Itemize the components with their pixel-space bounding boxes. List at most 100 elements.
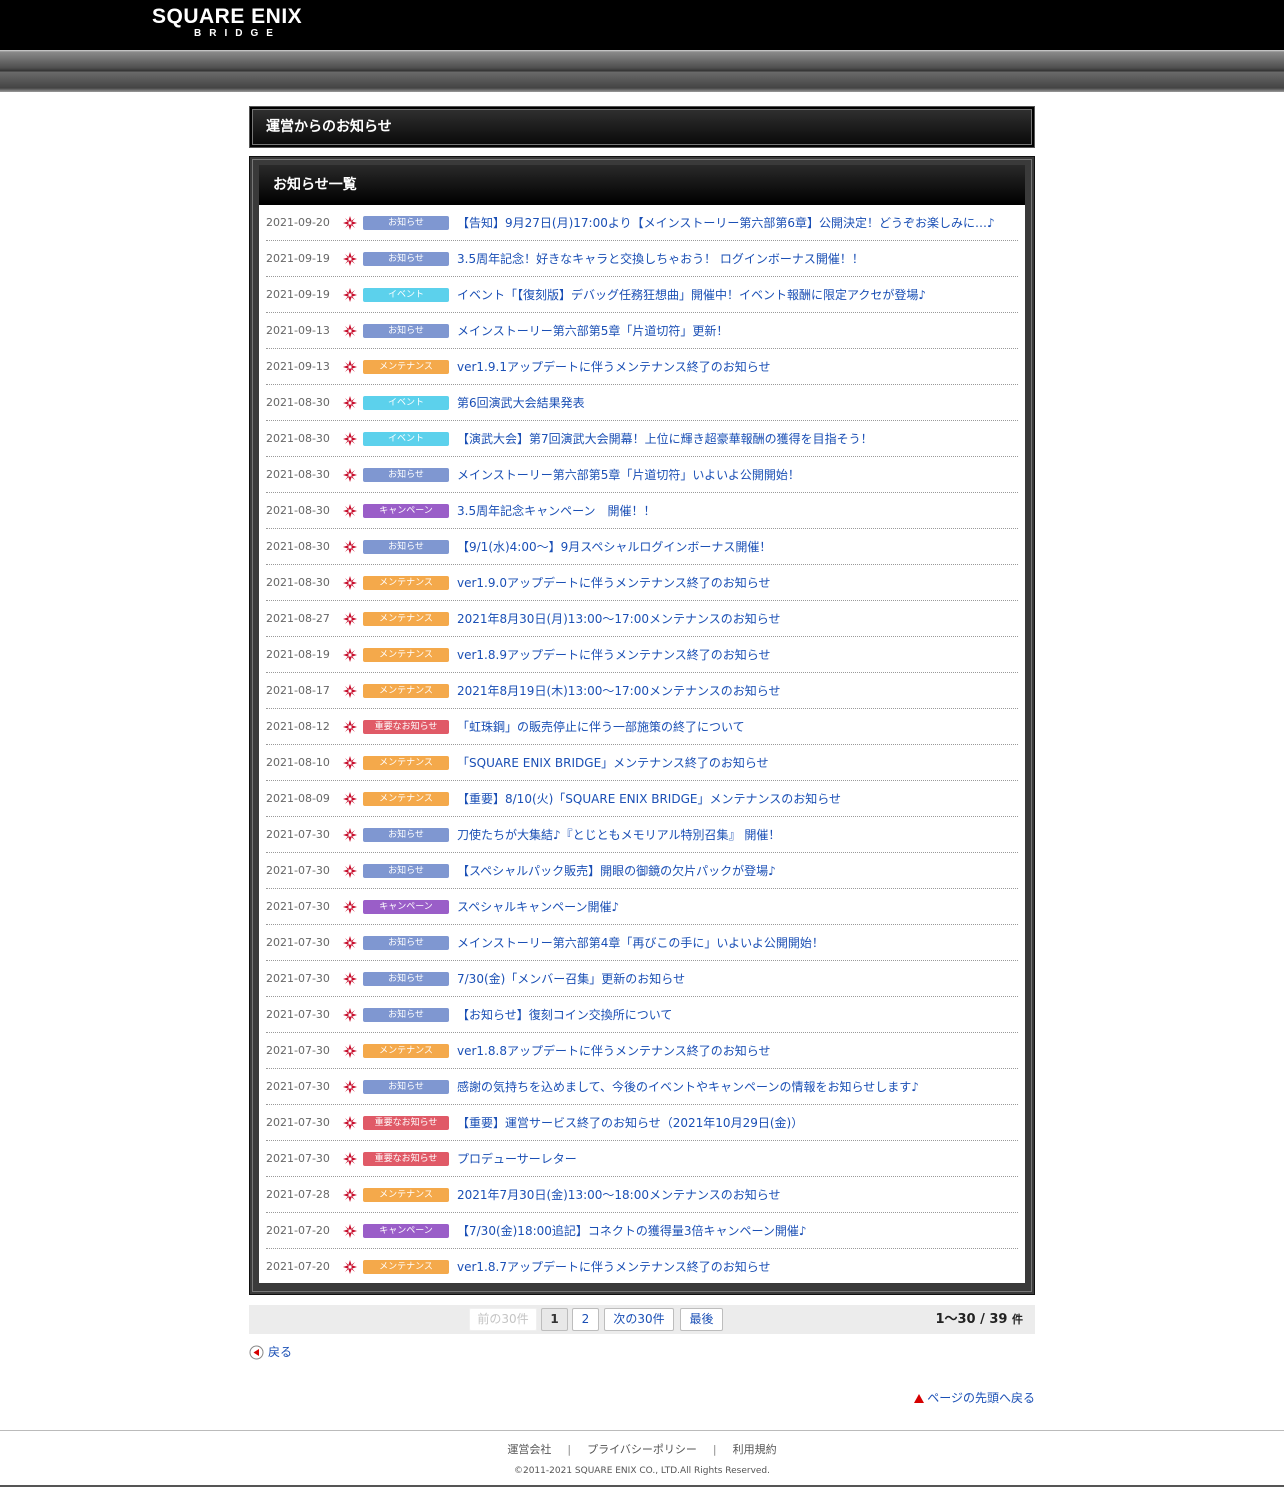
news-row: 2021-07-30 お知らせ 【お知らせ】復刻コイン交換所について [266,997,1018,1033]
category-badge: メンテナンス [363,1188,449,1202]
news-row: 2021-09-19 お知らせ 3.5周年記念！好きなキャラと交換しちゃおう！ ログ… [266,241,1018,277]
bridge-flower-icon [342,1007,358,1023]
category-badge: お知らせ [363,936,449,950]
news-title-link[interactable]: 【9/1(水)4:00～】9月スペシャルログインボーナス開催！ [457,529,771,565]
news-title-link[interactable]: ver1.8.7アップデートに伴うメンテナンス終了のお知らせ [457,1249,770,1285]
news-row: 2021-07-30 重要なお知らせ プロデューサーレター [266,1141,1018,1177]
logo-line1: SQUARE ENIX [152,5,303,28]
bridge-flower-icon [342,1115,358,1131]
news-date: 2021-09-19 [266,252,330,265]
bridge-flower-icon [342,575,358,591]
news-date: 2021-09-20 [266,216,330,229]
news-row: 2021-07-20 キャンペーン 【7/30(金)18:00追記】コネクトの獲得量… [266,1213,1018,1249]
category-badge: お知らせ [363,1008,449,1022]
news-row: 2021-09-20 お知らせ 【告知】9月27日(月)17:00より【メインストー… [266,205,1018,241]
bridge-flower-icon [342,395,358,411]
bridge-flower-icon [342,719,358,735]
news-date: 2021-09-13 [266,324,330,337]
news-date: 2021-08-30 [266,576,330,589]
news-date: 2021-08-30 [266,504,330,517]
square-enix-bridge-logo[interactable]: SQUARE ENIX BRIDGE [152,6,322,46]
news-row: 2021-08-30 イベント 【演武大会】第7回演武大会開幕！上位に輝き超豪華報酬… [266,421,1018,457]
category-badge: 重要なお知らせ [363,1116,449,1130]
news-title-link[interactable]: 2021年8月30日(月)13:00～17:00メンテナンスのお知らせ [457,601,781,637]
up-triangle-icon [914,1394,925,1403]
bridge-flower-icon [342,1079,358,1095]
page-title-box: 運営からのお知らせ [249,106,1035,148]
bridge-flower-icon [342,1043,358,1059]
news-row: 2021-07-30 お知らせ メインストーリー第六部第4章「再びこの手に」いよいよ… [266,925,1018,961]
news-list-frame: お知らせ一覧 2021-09-20 お知らせ 【告知】9月27日(月)17:00より… [249,156,1035,1295]
bridge-flower-icon [342,539,358,555]
footer-link-company[interactable]: 運営会社 [507,1443,551,1456]
news-title-link[interactable]: ver1.9.0アップデートに伴うメンテナンス終了のお知らせ [457,565,770,601]
bridge-flower-icon [342,1151,358,1167]
page-2-button[interactable]: 2 [572,1308,599,1331]
news-title-link[interactable]: 第6回演武大会結果発表 [457,385,585,421]
bridge-flower-icon [342,323,358,339]
news-title-link[interactable]: 3.5周年記念キャンペーン 開催！！ [457,493,656,529]
news-title-link[interactable]: ver1.8.9アップデートに伴うメンテナンス終了のお知らせ [457,637,770,673]
news-date: 2021-07-20 [266,1260,330,1273]
news-title-link[interactable]: 【重要】運営サービス終了のお知らせ（2021年10月29日(金)） [457,1105,803,1141]
news-date: 2021-08-19 [266,648,330,661]
news-title-link[interactable]: メインストーリー第六部第5章「片道切符」更新！ [457,313,728,349]
news-row: 2021-08-30 お知らせ メインストーリー第六部第5章「片道切符」いよいよ公開… [266,457,1018,493]
page-1-button: 1 [541,1308,568,1331]
news-title-link[interactable]: 2021年7月30日(金)13:00～18:00メンテナンスのお知らせ [457,1177,781,1213]
news-title-link[interactable]: 【演武大会】第7回演武大会開幕！上位に輝き超豪華報酬の獲得を目指そう！ [457,421,873,457]
news-title-link[interactable]: 【告知】9月27日(月)17:00より【メインストーリー第六部第6章】公開決定！… [457,205,995,241]
news-row: 2021-08-27 メンテナンス 2021年8月30日(月)13:00～17:00… [266,601,1018,637]
category-badge: メンテナンス [363,648,449,662]
news-title-link[interactable]: メインストーリー第六部第4章「再びこの手に」いよいよ公開開始！ [457,925,824,961]
category-badge: イベント [363,432,449,446]
news-title-link[interactable]: ver1.9.1アップデートに伴うメンテナンス終了のお知らせ [457,349,770,385]
news-title-link[interactable]: 3.5周年記念！好きなキャラと交換しちゃおう！ ログインボーナス開催！！ [457,241,864,277]
news-title-link[interactable]: プロデューサーレター [457,1141,577,1177]
bridge-flower-icon [342,611,358,627]
category-badge: メンテナンス [363,684,449,698]
news-title-link[interactable]: イベント「【復刻版】デバッグ任務狂想曲」開催中！イベント報酬に限定アクセが登場♪ [457,277,926,313]
news-row: 2021-08-17 メンテナンス 2021年8月19日(木)13:00～17:00… [266,673,1018,709]
news-list: 2021-09-20 お知らせ 【告知】9月27日(月)17:00より【メインストー… [259,205,1025,1283]
bridge-flower-icon [342,1187,358,1203]
bridge-flower-icon [342,971,358,987]
news-date: 2021-07-30 [266,828,330,841]
news-title-link[interactable]: 感謝の気持ちを込めまして、今後のイベントやキャンペーンの情報をお知らせします♪ [457,1069,919,1105]
news-row: 2021-07-30 メンテナンス ver1.8.8アップデートに伴うメンテナンス終… [266,1033,1018,1069]
news-title-link[interactable]: スペシャルキャンペーン開催♪ [457,889,619,925]
news-title-link[interactable]: 【お知らせ】復刻コイン交換所について [457,997,672,1033]
bridge-flower-icon [342,863,358,879]
last-page-button[interactable]: 最後 [680,1308,723,1331]
footer-link-privacy[interactable]: プライバシーポリシー [587,1443,697,1456]
news-title-link[interactable]: 7/30(金)「メンバー召集」更新のお知らせ [457,961,685,997]
result-unit: 件 [1012,1313,1023,1326]
news-title-link[interactable]: 【重要】8/10(火)「SQUARE ENIX BRIDGE」メンテナンスのお知… [457,781,841,817]
category-badge: お知らせ [363,1080,449,1094]
next-page-button[interactable]: 次の30件 [604,1308,674,1331]
bridge-flower-icon [342,791,358,807]
logo-line2: BRIDGE [194,28,281,39]
news-title-link[interactable]: 2021年8月19日(木)13:00～17:00メンテナンスのお知らせ [457,673,781,709]
back-link[interactable]: 戻る [249,1343,292,1361]
back-to-top-link[interactable]: ページの先頭へ戻る [914,1389,1035,1407]
news-title-link[interactable]: 「虹珠鋼」の販売停止に伴う一部施策の終了について [457,709,745,745]
news-title-link[interactable]: メインストーリー第六部第5章「片道切符」いよいよ公開開始！ [457,457,800,493]
category-badge: メンテナンス [363,360,449,374]
footer-link-terms[interactable]: 利用規約 [733,1443,777,1456]
bridge-flower-icon [342,1223,358,1239]
back-label: 戻る [268,1345,293,1359]
news-row: 2021-08-30 イベント 第6回演武大会結果発表 [266,385,1018,421]
news-title-link[interactable]: 【スペシャルパック販売】開眼の御鏡の欠片パックが登場♪ [457,853,776,889]
news-list-title: お知らせ一覧 [259,165,1025,205]
category-badge: イベント [363,288,449,302]
copyright: ©2011-2021 SQUARE ENIX CO., LTD.All Righ… [513,1466,771,1476]
news-title-link[interactable]: ver1.8.8アップデートに伴うメンテナンス終了のお知らせ [457,1033,770,1069]
news-title-link[interactable]: 【7/30(金)18:00追記】コネクトの獲得量3倍キャンペーン開催♪ [457,1213,807,1249]
back-to-top-label: ページの先頭へ戻る [927,1391,1035,1405]
news-title-link[interactable]: 「SQUARE ENIX BRIDGE」メンテナンス終了のお知らせ [457,745,769,781]
news-date: 2021-07-30 [266,936,330,949]
news-title-link[interactable]: 刀使たちが大集結♪『とじともメモリアル特別召集』 開催！ [457,817,780,853]
bridge-flower-icon [342,827,358,843]
bridge-flower-icon [342,899,358,915]
